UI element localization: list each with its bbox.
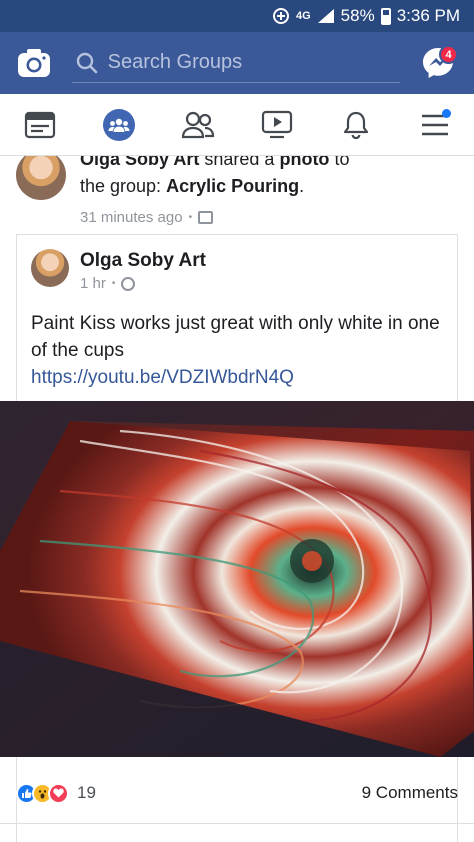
- camera-icon: [17, 49, 50, 77]
- tab-groups[interactable]: [91, 97, 147, 153]
- meta-separator: •: [188, 212, 193, 223]
- divider: [0, 823, 474, 824]
- menu-notification-dot: [441, 108, 451, 118]
- share-group-prefix: the group:: [80, 176, 162, 196]
- reaction-count[interactable]: 19: [77, 783, 96, 803]
- search-icon: [76, 52, 97, 73]
- status-bar: 4G 58% 3:36 PM: [0, 0, 474, 32]
- post-body: Paint Kiss works just great with only wh…: [17, 292, 457, 391]
- search-placeholder: Search Groups: [107, 51, 243, 73]
- acrylic-painting-image: [0, 401, 474, 757]
- groups-icon: [102, 108, 135, 141]
- meta-separator: •: [111, 278, 116, 289]
- messenger-button[interactable]: 4: [416, 41, 460, 85]
- clock: 3:36 PM: [396, 6, 460, 25]
- post-link[interactable]: https://youtu.be/VDZIWbdrN4Q: [31, 364, 443, 391]
- tab-menu[interactable]: [407, 97, 463, 153]
- tab-news-feed[interactable]: [12, 97, 68, 153]
- avatar[interactable]: [16, 156, 66, 200]
- newsfeed-icon: [24, 111, 55, 138]
- tab-notifications[interactable]: [328, 97, 384, 153]
- share-object[interactable]: photo: [279, 156, 329, 169]
- battery-percent: 58%: [340, 6, 375, 25]
- love-reaction-icon: [48, 782, 69, 804]
- avatar[interactable]: [31, 249, 69, 287]
- post-text: Paint Kiss works just great with only wh…: [31, 313, 440, 361]
- photo-icon: [198, 211, 214, 224]
- share-action: shared a: [204, 156, 275, 169]
- network-type: 4G: [295, 10, 311, 22]
- engagement-bar: 19 9 Comments: [0, 771, 474, 815]
- data-saver-icon: [272, 7, 290, 25]
- post-header: Olga Soby Art 1 hr •: [17, 235, 457, 292]
- tab-bar: [0, 94, 474, 156]
- app-bar: Search Groups 4: [0, 32, 474, 94]
- reaction-icons[interactable]: [16, 782, 69, 804]
- share-group-name[interactable]: Acrylic Pouring: [166, 176, 299, 196]
- share-period: .: [299, 176, 305, 196]
- share-author[interactable]: Olga Soby Art: [80, 156, 199, 169]
- post-photo[interactable]: [0, 401, 474, 757]
- tab-watch[interactable]: [249, 97, 305, 153]
- messenger-badge: 4: [439, 45, 458, 64]
- share-to: to: [334, 156, 350, 169]
- post-author[interactable]: Olga Soby Art: [80, 249, 206, 273]
- bell-icon: [343, 111, 368, 139]
- video-icon: [261, 110, 292, 138]
- comments-count[interactable]: 9 Comments: [362, 783, 458, 803]
- battery-icon: [380, 7, 391, 25]
- post-timestamp[interactable]: 1 hr: [80, 275, 106, 292]
- search-input[interactable]: Search Groups: [71, 43, 401, 83]
- camera-button[interactable]: [14, 43, 54, 83]
- share-timestamp[interactable]: 31 minutes ago: [80, 204, 183, 231]
- share-story-text: Olga Soby Art shared a photo to the grou…: [80, 156, 349, 231]
- friends-icon: [181, 111, 214, 138]
- signal-icon: [317, 8, 335, 24]
- tab-friends[interactable]: [170, 97, 226, 153]
- globe-icon: [121, 276, 136, 291]
- share-header: Olga Soby Art shared a photo to the grou…: [16, 156, 458, 231]
